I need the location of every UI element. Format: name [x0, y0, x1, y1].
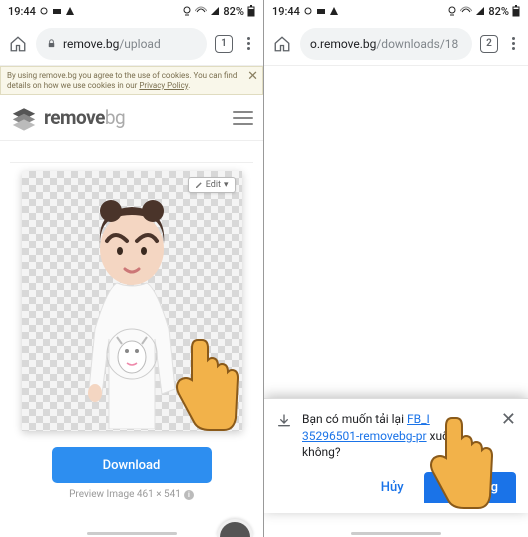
close-icon[interactable]: ✕ — [501, 411, 516, 429]
result-canvas: Edit ▾ — [22, 171, 242, 431]
logo[interactable]: removebg — [10, 104, 233, 132]
browser-bar: remove.bg/upload 1 — [0, 22, 263, 66]
privacy-link[interactable]: Privacy Policy — [139, 81, 188, 90]
nav-bar-indicator — [351, 532, 441, 535]
status-time: 19:44 — [8, 5, 36, 18]
pencil-icon — [195, 181, 203, 189]
tabs-button[interactable]: 1 — [215, 35, 233, 53]
phone-left: 19:44 82% remove.bg/upload 1 — [0, 0, 264, 537]
site-header: removebg — [0, 95, 263, 141]
status-battery: 82% — [488, 5, 509, 18]
status-battery: 82% — [223, 5, 244, 18]
more-icon[interactable] — [506, 37, 520, 50]
download-icon — [276, 413, 292, 429]
phone-right: 19:44 82% o.remove.bg/downloads/18 2 — [264, 0, 528, 537]
cancel-button[interactable]: Hủy — [377, 472, 408, 503]
status-time: 19:44 — [272, 5, 300, 18]
status-bar: 19:44 82% — [264, 0, 528, 22]
download-button[interactable]: Download — [52, 447, 212, 483]
download-sheet: Bạn có muốn tải lại FB_I35296501-removeb… — [264, 398, 528, 513]
download-confirm-button[interactable]: Tải xuống — [424, 472, 516, 503]
logo-icon — [10, 104, 38, 132]
home-icon[interactable] — [8, 35, 28, 53]
menu-icon[interactable] — [233, 111, 253, 125]
tabs-button[interactable]: 2 — [480, 35, 498, 53]
person-image — [67, 189, 197, 429]
home-icon[interactable] — [272, 35, 292, 53]
info-icon[interactable]: i — [184, 490, 194, 500]
browser-bar: o.remove.bg/downloads/18 2 — [264, 22, 528, 66]
url-bar[interactable]: remove.bg/upload — [36, 28, 207, 60]
status-bar: 19:44 82% — [0, 0, 263, 22]
main-content: Edit ▾ — [0, 141, 263, 537]
download-prompt-text: Bạn có muốn tải lại FB_I35296501-removeb… — [302, 411, 491, 460]
preview-text: Preview Image 461 × 541i — [69, 489, 194, 500]
cookie-banner: By using remove.bg you agree to the use … — [0, 66, 263, 95]
cookie-close-icon[interactable]: ✕ — [247, 69, 258, 85]
url-bar[interactable]: o.remove.bg/downloads/18 — [300, 28, 472, 60]
nav-bar-indicator — [87, 532, 177, 535]
lock-icon — [46, 38, 57, 49]
more-icon[interactable] — [241, 37, 255, 50]
